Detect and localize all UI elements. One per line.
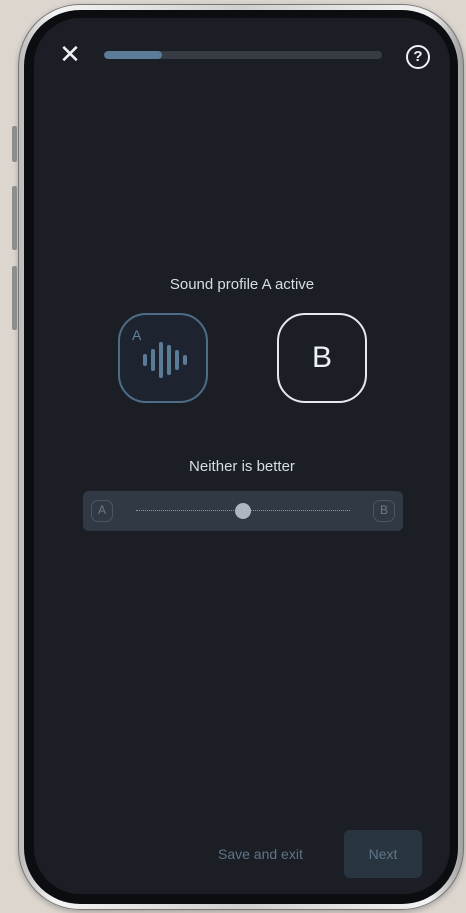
sound-profile-a-button[interactable]: A (118, 313, 208, 403)
next-button[interactable]: Next (344, 830, 422, 878)
slider-thumb[interactable] (235, 503, 251, 519)
side-button-volume-down (12, 266, 17, 330)
close-icon[interactable]: ✕ (58, 41, 82, 67)
side-button-volume-up (12, 186, 17, 250)
comparison-label: Neither is better (189, 458, 295, 475)
help-icon[interactable]: ? (406, 45, 430, 69)
progress-fill (104, 51, 163, 59)
app-screen: ✕ ? Sound profile A active A B Neither i… (34, 18, 450, 894)
slider-label-a: A (91, 500, 113, 522)
sound-profile-b-button[interactable]: B (277, 313, 367, 403)
progress-bar (104, 51, 382, 59)
preference-slider[interactable]: A B (83, 491, 403, 531)
side-button-mute (12, 126, 17, 162)
slider-label-b: B (373, 500, 395, 522)
active-profile-status: Sound profile A active (169, 276, 315, 293)
sound-wave-icon (143, 342, 187, 378)
save-and-exit-link[interactable]: Save and exit (218, 846, 303, 862)
